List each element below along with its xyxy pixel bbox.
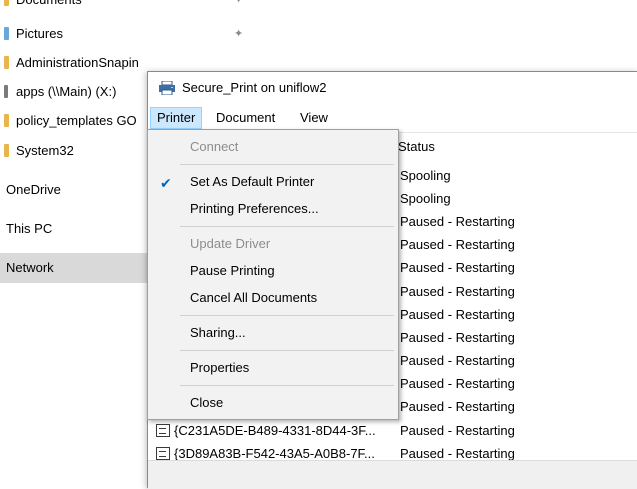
status-cell: Paused - Restarting bbox=[400, 260, 515, 275]
nav-item-documents[interactable]: Documents ✦ bbox=[0, 0, 257, 13]
menu-view[interactable]: View bbox=[294, 107, 334, 129]
menu-document[interactable]: Document bbox=[210, 107, 281, 129]
document-name: {C231A5DE-B489-4331-8D44-3F... bbox=[174, 423, 376, 438]
menu-item-close[interactable]: Close bbox=[148, 390, 398, 416]
nav-item-label: apps (\\Main) (X:) bbox=[16, 84, 117, 99]
table-row[interactable]: {C231A5DE-B489-4331-8D44-3F... bbox=[156, 420, 376, 442]
menu-separator bbox=[180, 385, 394, 386]
pictures-folder-icon bbox=[4, 27, 9, 40]
menu-item-printing-preferences[interactable]: Printing Preferences... bbox=[148, 196, 398, 222]
menu-item-label: Update Driver bbox=[190, 236, 271, 251]
nav-item-label: System32 bbox=[16, 143, 74, 158]
menu-separator bbox=[180, 164, 394, 165]
printer-icon bbox=[158, 80, 176, 98]
menu-item-pause-printing[interactable]: Pause Printing bbox=[148, 258, 398, 284]
nav-item-label: Documents bbox=[16, 0, 82, 13]
menu-item-update-driver: Update Driver bbox=[148, 231, 398, 257]
status-cell: Paused - Restarting bbox=[400, 446, 515, 461]
menu-item-label: Connect bbox=[190, 139, 239, 154]
pin-icon[interactable]: ✦ bbox=[234, 0, 243, 13]
status-cell: Paused - Restarting bbox=[400, 284, 515, 299]
nav-item-pictures[interactable]: Pictures ✦ bbox=[0, 21, 257, 47]
document-icon bbox=[156, 447, 170, 461]
menu-item-cancel-all-documents[interactable]: Cancel All Documents bbox=[148, 285, 398, 311]
status-cell: Paused - Restarting bbox=[400, 399, 515, 414]
folder-icon bbox=[4, 114, 9, 127]
status-cell: Paused - Restarting bbox=[400, 214, 515, 229]
menu-item-label: Set As Default Printer bbox=[190, 174, 315, 189]
network-drive-icon bbox=[4, 85, 8, 98]
column-header-status[interactable]: Status bbox=[398, 139, 435, 154]
folder-icon bbox=[4, 0, 9, 6]
menu-item-label: Properties bbox=[190, 360, 250, 375]
folder-icon bbox=[4, 144, 9, 157]
menu-separator bbox=[180, 226, 394, 227]
menu-item-label: Sharing... bbox=[190, 325, 246, 340]
menu-separator bbox=[180, 315, 394, 316]
menu-bar: Printer Document View bbox=[148, 107, 637, 129]
menu-separator bbox=[180, 350, 394, 351]
menu-item-set-default-printer[interactable]: ✔ Set As Default Printer bbox=[148, 169, 398, 195]
checkmark-icon: ✔ bbox=[160, 175, 172, 191]
status-cell: Paused - Restarting bbox=[400, 307, 515, 322]
pin-icon[interactable]: ✦ bbox=[234, 21, 243, 47]
menu-item-label: Printing Preferences... bbox=[190, 201, 319, 216]
nav-item-label: OneDrive bbox=[6, 182, 61, 197]
menu-item-label: Close bbox=[190, 395, 224, 410]
folder-icon bbox=[4, 56, 9, 69]
status-cell: Paused - Restarting bbox=[400, 353, 515, 368]
nav-item-label: Pictures bbox=[16, 26, 63, 41]
status-cell: Paused - Restarting bbox=[400, 330, 515, 345]
nav-item-label: This PC bbox=[6, 221, 53, 236]
menu-item-label: Pause Printing bbox=[190, 263, 275, 278]
nav-item-label: policy_templates GO bbox=[16, 113, 137, 128]
nav-item-label: Network bbox=[6, 260, 54, 275]
status-cell: Paused - Restarting bbox=[400, 423, 515, 438]
status-cell: Paused - Restarting bbox=[400, 237, 515, 252]
title-bar[interactable]: Secure_Print on uniflow2 bbox=[148, 72, 637, 104]
status-bar bbox=[148, 460, 637, 489]
window-title: Secure_Print on uniflow2 bbox=[182, 80, 327, 95]
document-name: {3D89A83B-F542-43A5-A0B8-7F... bbox=[174, 446, 375, 461]
status-cell: Spooling bbox=[400, 191, 451, 206]
status-cell: Spooling bbox=[400, 168, 451, 183]
menu-item-sharing[interactable]: Sharing... bbox=[148, 320, 398, 346]
nav-item-label: AdministrationSnapin bbox=[16, 55, 139, 70]
menu-item-label: Cancel All Documents bbox=[190, 290, 318, 305]
printer-dropdown-menu: Connect ✔ Set As Default Printer Printin… bbox=[147, 129, 399, 420]
menu-item-properties[interactable]: Properties bbox=[148, 355, 398, 381]
status-cell: Paused - Restarting bbox=[400, 376, 515, 391]
document-icon bbox=[156, 424, 170, 438]
menu-printer[interactable]: Printer bbox=[150, 107, 203, 129]
menu-item-connect: Connect bbox=[148, 134, 398, 160]
